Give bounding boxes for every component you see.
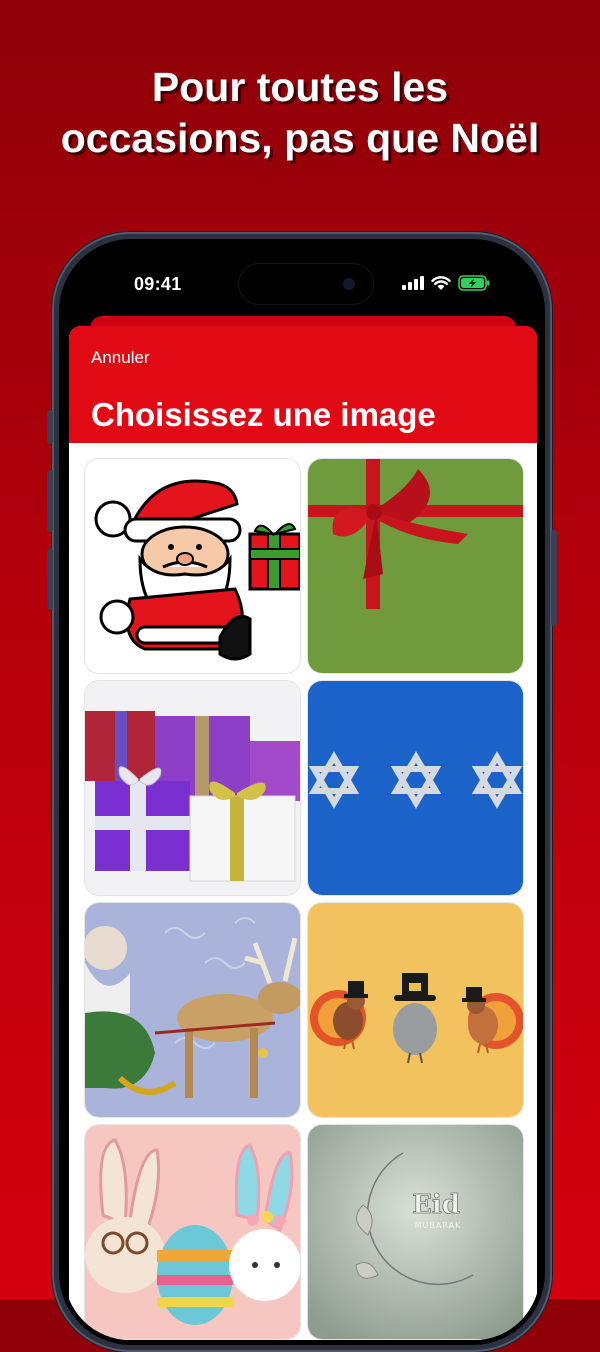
dynamic-island: [239, 264, 373, 304]
volume-down-button: [47, 548, 53, 610]
headline-line-2: occasions, pas que Noël: [60, 115, 540, 161]
battery-charging-icon: [458, 275, 490, 291]
volume-up-button: [47, 470, 53, 532]
image-picker-sheet: Annuler Choisissez une image Eid MUBARAK: [69, 326, 537, 1340]
easter-bunnies-image: [85, 1125, 300, 1339]
phone-screen: 09:41 Annuler Choisissez une image Eid M…: [64, 244, 540, 1340]
image-tile-eid[interactable]: Eid MUBARAK: [308, 1125, 523, 1339]
wifi-icon: [431, 275, 451, 290]
cancel-button[interactable]: Annuler: [91, 348, 150, 368]
image-tile-easter[interactable]: [85, 1125, 300, 1339]
status-icons: [402, 275, 490, 291]
phone-bezel: 09:41 Annuler Choisissez une image Eid M…: [59, 239, 545, 1345]
santa-sleigh-image: [85, 903, 300, 1117]
status-time: 09:41: [134, 274, 182, 294]
action-button: [47, 410, 53, 444]
front-camera: [343, 278, 355, 290]
image-tile-green-gift[interactable]: [308, 459, 523, 673]
eid-subtext: MUBARAK: [415, 1221, 462, 1230]
cellular-signal-icon: [402, 276, 424, 290]
santa-claus-image: [85, 459, 300, 673]
power-button: [551, 530, 557, 626]
image-tile-stars-of-david[interactable]: [308, 681, 523, 895]
sheet-header: Annuler Choisissez une image: [69, 326, 537, 443]
headline-line-1: Pour toutes les: [151, 64, 449, 110]
stars-of-david-image: [308, 681, 523, 895]
image-tile-gift-boxes[interactable]: [85, 681, 300, 895]
status-bar: 09:41: [64, 244, 540, 314]
sheet-title: Choisissez une image: [91, 396, 436, 433]
phone-frame: 09:41 Annuler Choisissez une image Eid M…: [47, 232, 557, 1352]
eid-crescent-image: Eid MUBARAK: [308, 1125, 523, 1339]
gift-boxes-image: [85, 681, 300, 895]
turkeys-image: [308, 903, 523, 1117]
image-tile-sleigh[interactable]: [85, 903, 300, 1117]
headline: Pour toutes les occasions, pas que Noël: [0, 62, 600, 164]
green-gift-image: [308, 459, 523, 673]
eid-text: Eid: [412, 1190, 460, 1220]
image-grid: Eid MUBARAK: [85, 459, 525, 1339]
image-tile-santa[interactable]: [85, 459, 300, 673]
image-tile-turkeys[interactable]: [308, 903, 523, 1117]
